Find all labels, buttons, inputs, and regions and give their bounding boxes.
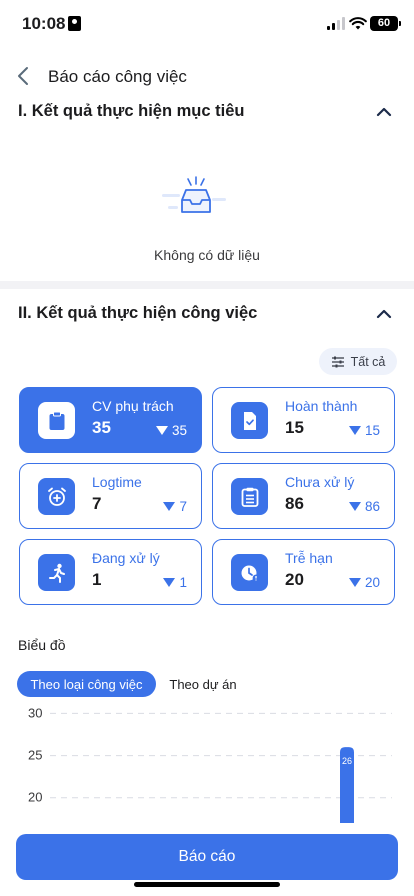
stat-delta-value: 15 [364, 423, 380, 438]
down-triangle-icon [348, 426, 361, 435]
down-triangle-icon [163, 578, 176, 587]
stat-card-logtime[interactable]: Logtime 7 7 [19, 463, 202, 529]
filter-sliders-icon [331, 356, 344, 367]
stat-icon-box [231, 402, 268, 439]
stat-card-unprocessed[interactable]: Chưa xử lý 86 86 [212, 463, 395, 529]
section-divider [0, 281, 414, 289]
page-title: Báo cáo công việc [48, 67, 187, 86]
y-tick-label: 25 [28, 748, 42, 763]
stat-card-in-progress[interactable]: Đang xử lý 1 1 [19, 539, 202, 605]
status-bar: 10:08 60 [0, 0, 414, 50]
stat-icon-box [38, 478, 75, 515]
chart-title: Biểu đồ [18, 637, 66, 653]
stat-label: Đang xử lý [92, 550, 160, 566]
y-tick-label: 20 [28, 790, 42, 805]
stat-value: 7 [92, 494, 102, 513]
y-tick-label: 30 [28, 705, 42, 720]
stat-icon-box [231, 478, 268, 515]
stat-icon-box [38, 402, 75, 439]
stat-label: Chưa xử lý [285, 474, 355, 490]
down-triangle-icon [163, 502, 176, 511]
bar-chart: 30 25 20 26 [28, 705, 392, 823]
stat-value: 20 [285, 570, 304, 589]
down-triangle-icon [348, 578, 361, 587]
stat-delta: 20 [348, 575, 380, 590]
alarm-clock-icon [47, 487, 66, 506]
empty-state-text: Không có dữ liệu [154, 247, 260, 263]
section-2-title: II. Kết quả thực hiện công việc [18, 304, 258, 322]
checklist-icon [241, 487, 258, 507]
collapse-section-2-icon[interactable] [376, 308, 392, 320]
stat-delta: 1 [163, 575, 187, 590]
back-chevron-icon[interactable] [14, 64, 34, 88]
stat-icon-box [231, 554, 268, 591]
report-button[interactable]: Báo cáo [16, 834, 398, 880]
stat-value: 35 [92, 418, 111, 437]
document-check-icon [243, 411, 256, 430]
wifi-icon [349, 17, 367, 30]
stat-delta-value: 7 [179, 499, 187, 514]
stat-label: Trễ hạn [285, 550, 333, 566]
stat-value: 86 [285, 494, 304, 513]
stat-card-completed[interactable]: Hoàn thành 15 15 [212, 387, 395, 453]
tab-by-project[interactable]: Theo dự án [160, 671, 246, 697]
home-indicator [134, 882, 280, 887]
stat-card-overdue[interactable]: Trễ hạn 20 20 [212, 539, 395, 605]
contact-card-icon [68, 16, 81, 31]
stat-label: Logtime [92, 474, 142, 490]
stat-card-assigned[interactable]: CV phụ trách 35 35 [19, 387, 202, 453]
running-person-icon [48, 563, 65, 583]
down-triangle-icon [348, 502, 361, 511]
clock-alert-icon [241, 565, 259, 581]
clipboard-icon [49, 411, 64, 430]
down-triangle-icon [155, 426, 168, 435]
page-header: Báo cáo công việc [0, 58, 414, 94]
stat-delta: 7 [163, 499, 187, 514]
bar-value-label: 26 [342, 756, 352, 766]
collapse-section-1-icon[interactable] [376, 106, 392, 118]
filter-label: Tất cả [350, 354, 386, 369]
section-1-title: I. Kết quả thực hiện mục tiêu [18, 102, 245, 120]
status-time: 10:08 [22, 14, 66, 33]
stat-delta-value: 35 [171, 423, 187, 438]
stat-delta: 15 [348, 423, 380, 438]
stat-delta: 35 [155, 423, 187, 438]
filter-button[interactable]: Tất cả [319, 348, 397, 375]
battery-indicator: 60 [370, 16, 401, 31]
stat-value: 15 [285, 418, 304, 437]
signal-icon [327, 17, 345, 30]
stat-label: Hoàn thành [285, 398, 358, 414]
stat-delta-value: 1 [179, 575, 187, 590]
stat-delta-value: 20 [364, 575, 380, 590]
stat-delta: 86 [348, 499, 380, 514]
tab-by-task-type[interactable]: Theo loại công việc [17, 671, 156, 697]
stat-value: 1 [92, 570, 102, 589]
stat-label: CV phụ trách [92, 398, 174, 414]
stat-icon-box [38, 554, 75, 591]
stat-delta-value: 86 [364, 499, 380, 514]
empty-inbox-icon [162, 176, 226, 213]
